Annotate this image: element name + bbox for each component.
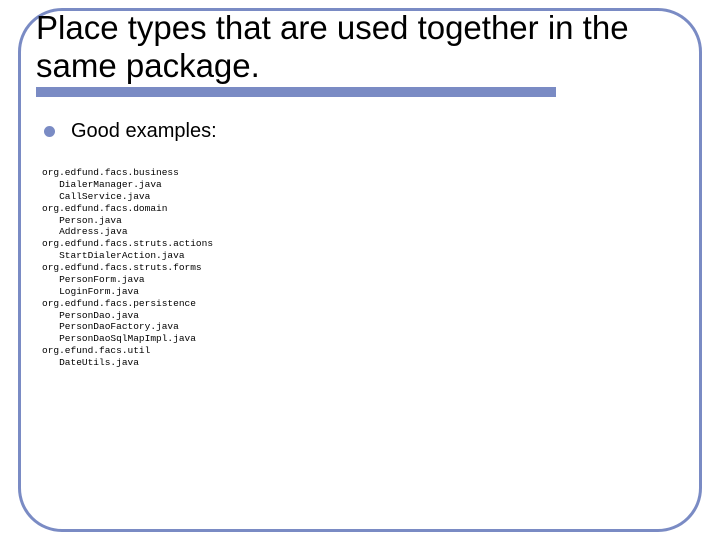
slide-title: Place types that are used together in th…	[36, 9, 684, 85]
bullet-icon	[44, 126, 55, 137]
bullet-item: Good examples:	[44, 120, 676, 143]
title-underline	[36, 87, 556, 97]
bullet-text: Good examples:	[71, 120, 217, 143]
title-block: Place types that are used together in th…	[22, 3, 698, 99]
code-example: org.edfund.facs.business DialerManager.j…	[42, 167, 676, 369]
body-area: Good examples: org.edfund.facs.business …	[44, 120, 676, 369]
